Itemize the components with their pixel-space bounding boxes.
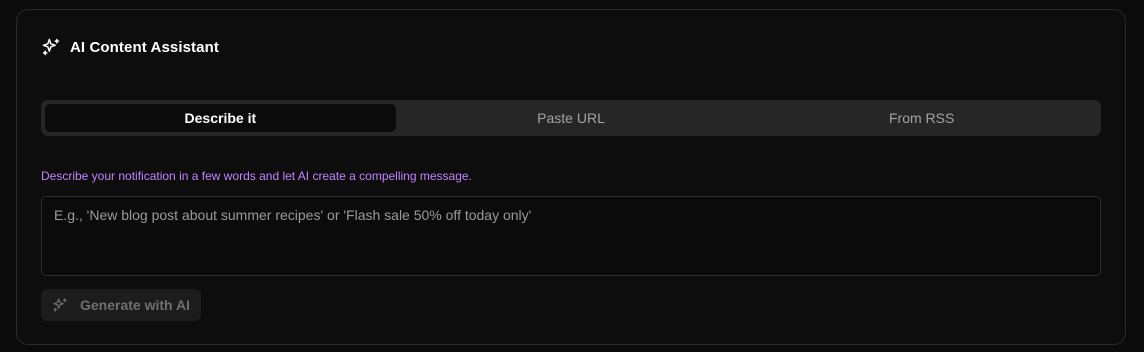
ai-content-assistant-card: AI Content Assistant Describe it Paste U…	[16, 9, 1126, 345]
sparkles-icon	[52, 297, 68, 313]
description-input[interactable]	[41, 196, 1101, 276]
sparkles-icon	[41, 37, 61, 57]
tab-paste-url[interactable]: Paste URL	[396, 104, 747, 132]
generate-button-label: Generate with AI	[80, 297, 190, 313]
describe-hint-text: Describe your notification in a few word…	[41, 169, 472, 183]
tab-from-rss[interactable]: From RSS	[746, 104, 1097, 132]
card-header: AI Content Assistant	[41, 37, 219, 57]
tab-describe-it[interactable]: Describe it	[45, 104, 396, 132]
card-title: AI Content Assistant	[70, 38, 219, 56]
generate-with-ai-button[interactable]: Generate with AI	[41, 289, 201, 321]
source-tabs: Describe it Paste URL From RSS	[41, 100, 1101, 136]
